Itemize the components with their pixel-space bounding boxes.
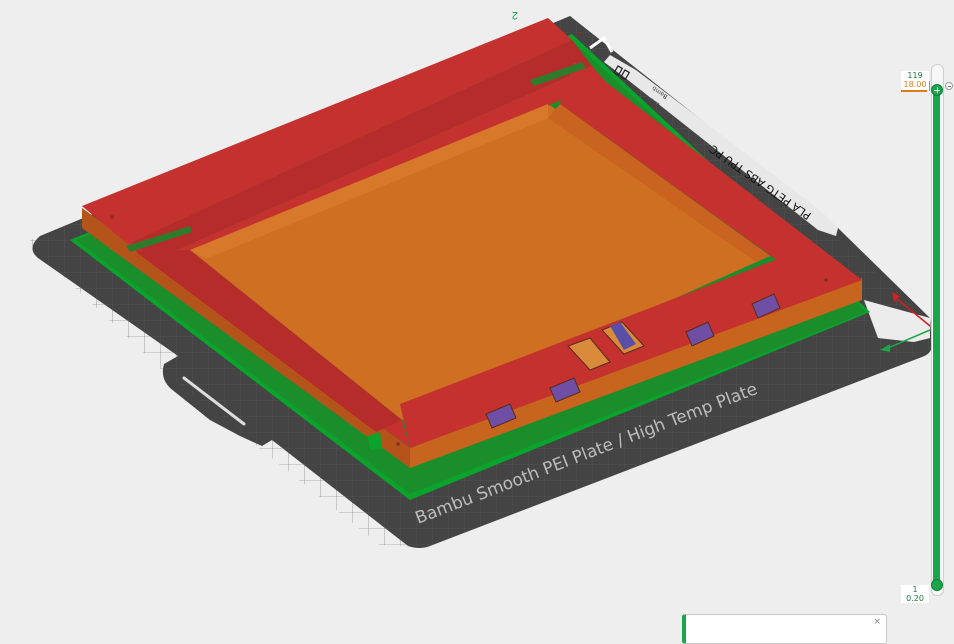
bottom-layer-number: 1 — [912, 585, 918, 594]
bottom-layer-label: 1 0.20 — [901, 585, 929, 603]
plus-icon[interactable] — [931, 84, 943, 96]
top-layer-number: 119 — [907, 71, 923, 80]
top-layer-height: 18.00 — [903, 80, 927, 89]
layer-slider-track[interactable] — [933, 90, 940, 585]
top-layer-label: 119 18.00 — [901, 71, 929, 92]
close-icon[interactable]: × — [873, 617, 881, 627]
axis-marker: 2 — [512, 9, 518, 21]
notification-toast[interactable]: × — [682, 614, 887, 644]
circle-handle-icon[interactable] — [931, 579, 943, 591]
circle-minus-icon[interactable] — [945, 82, 953, 90]
3d-viewport[interactable]: 2 PLA PETG ABS TPU PC Bamb Lab Bambu Smo… — [0, 0, 954, 625]
bottom-layer-height: 0.20 — [906, 594, 924, 603]
